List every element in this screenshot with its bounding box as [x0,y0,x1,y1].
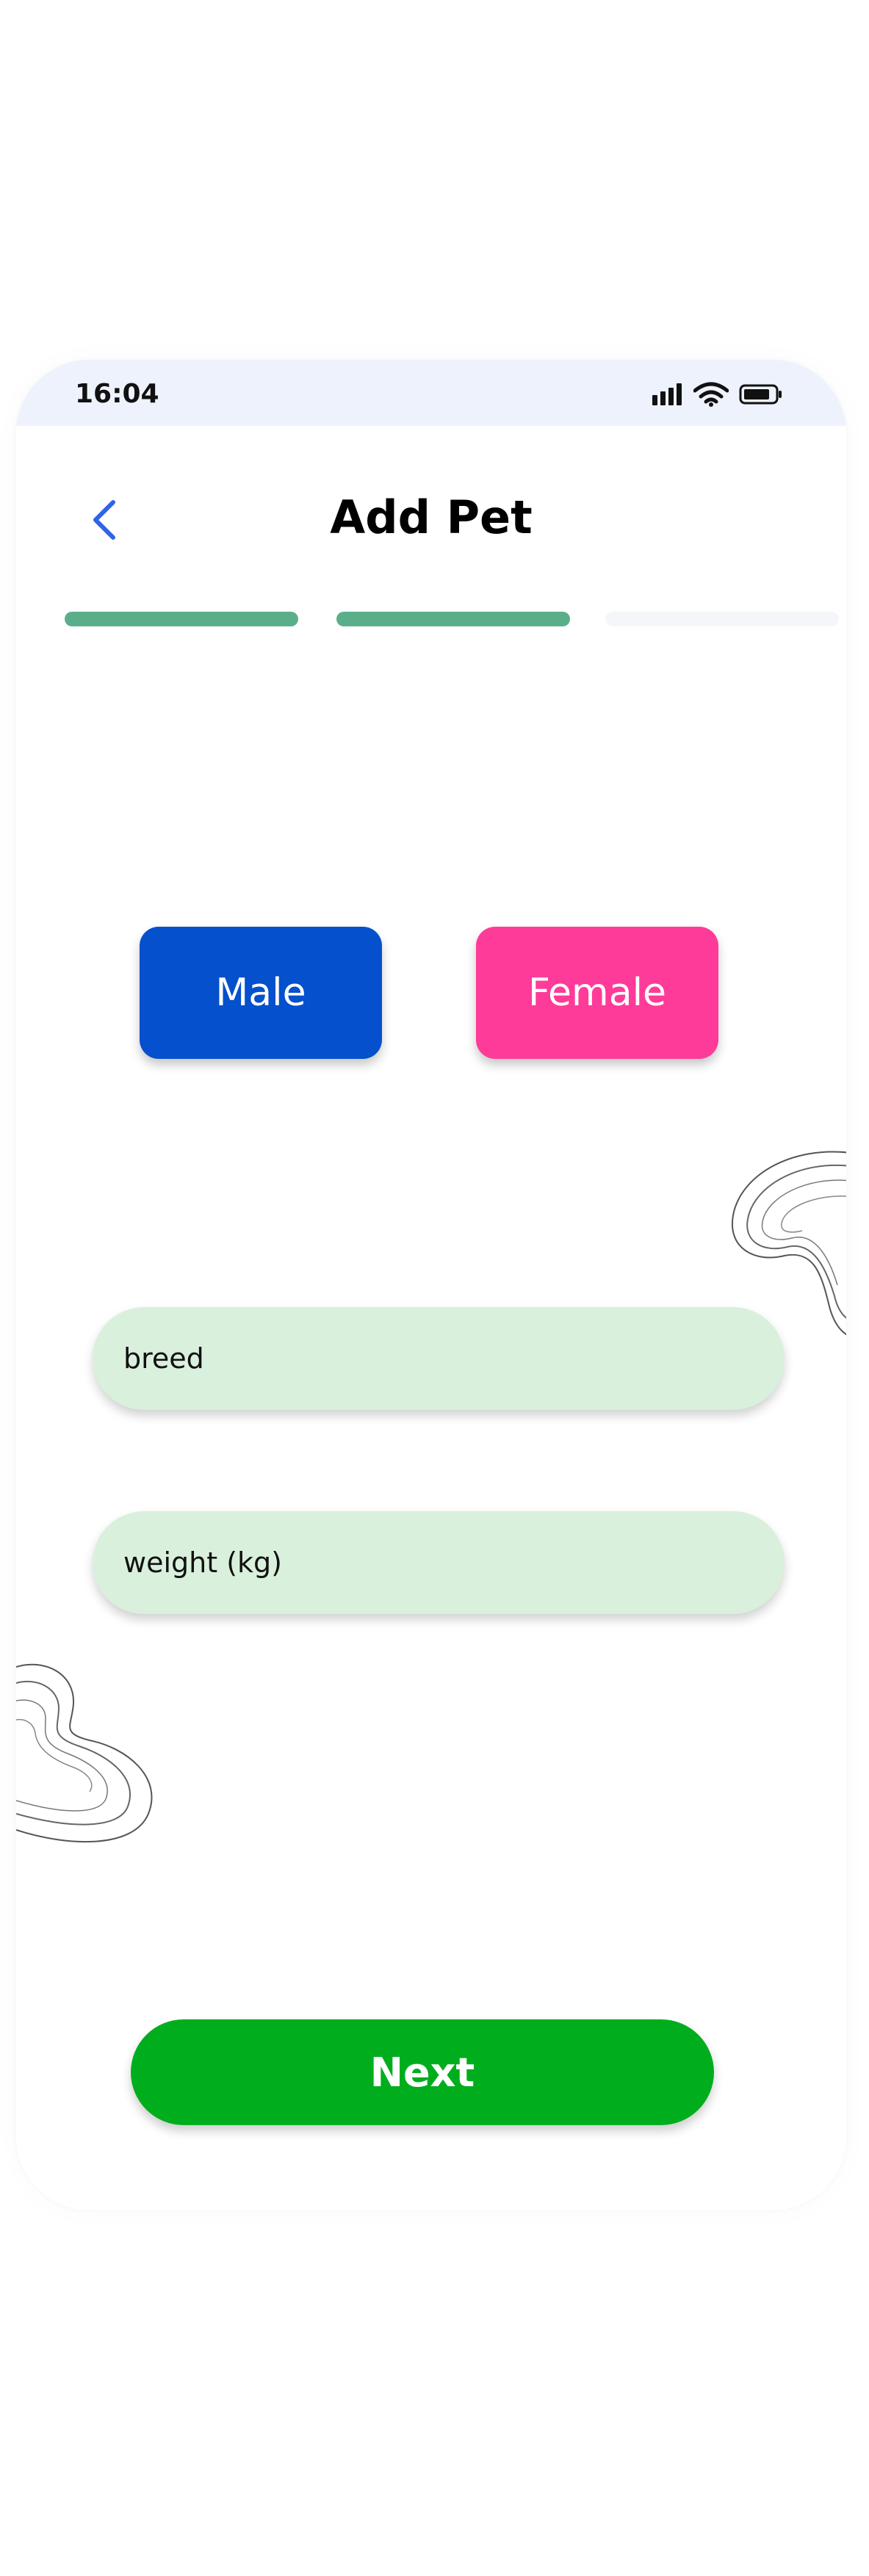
status-time: 16:04 [75,379,159,409]
weight-input[interactable]: weight (kg) [93,1511,785,1614]
status-icons [652,382,783,410]
page-title: Add Pet [330,491,533,544]
male-button[interactable]: Male [140,927,382,1059]
signal-icon [652,383,683,408]
battery-icon [739,383,783,408]
paw-decoration-left [16,1663,153,1843]
status-bar: 16:04 [16,360,846,426]
phone-screen: 16:04 Add Pet Male Female breed weight (… [16,360,846,2210]
progress-step-2 [336,612,570,626]
progress-step-3 [605,612,839,626]
wifi-icon [693,382,729,410]
female-button[interactable]: Female [476,927,718,1059]
progress-step-1 [65,612,298,626]
next-button[interactable]: Next [131,2019,714,2125]
breed-input[interactable]: breed [93,1307,785,1410]
